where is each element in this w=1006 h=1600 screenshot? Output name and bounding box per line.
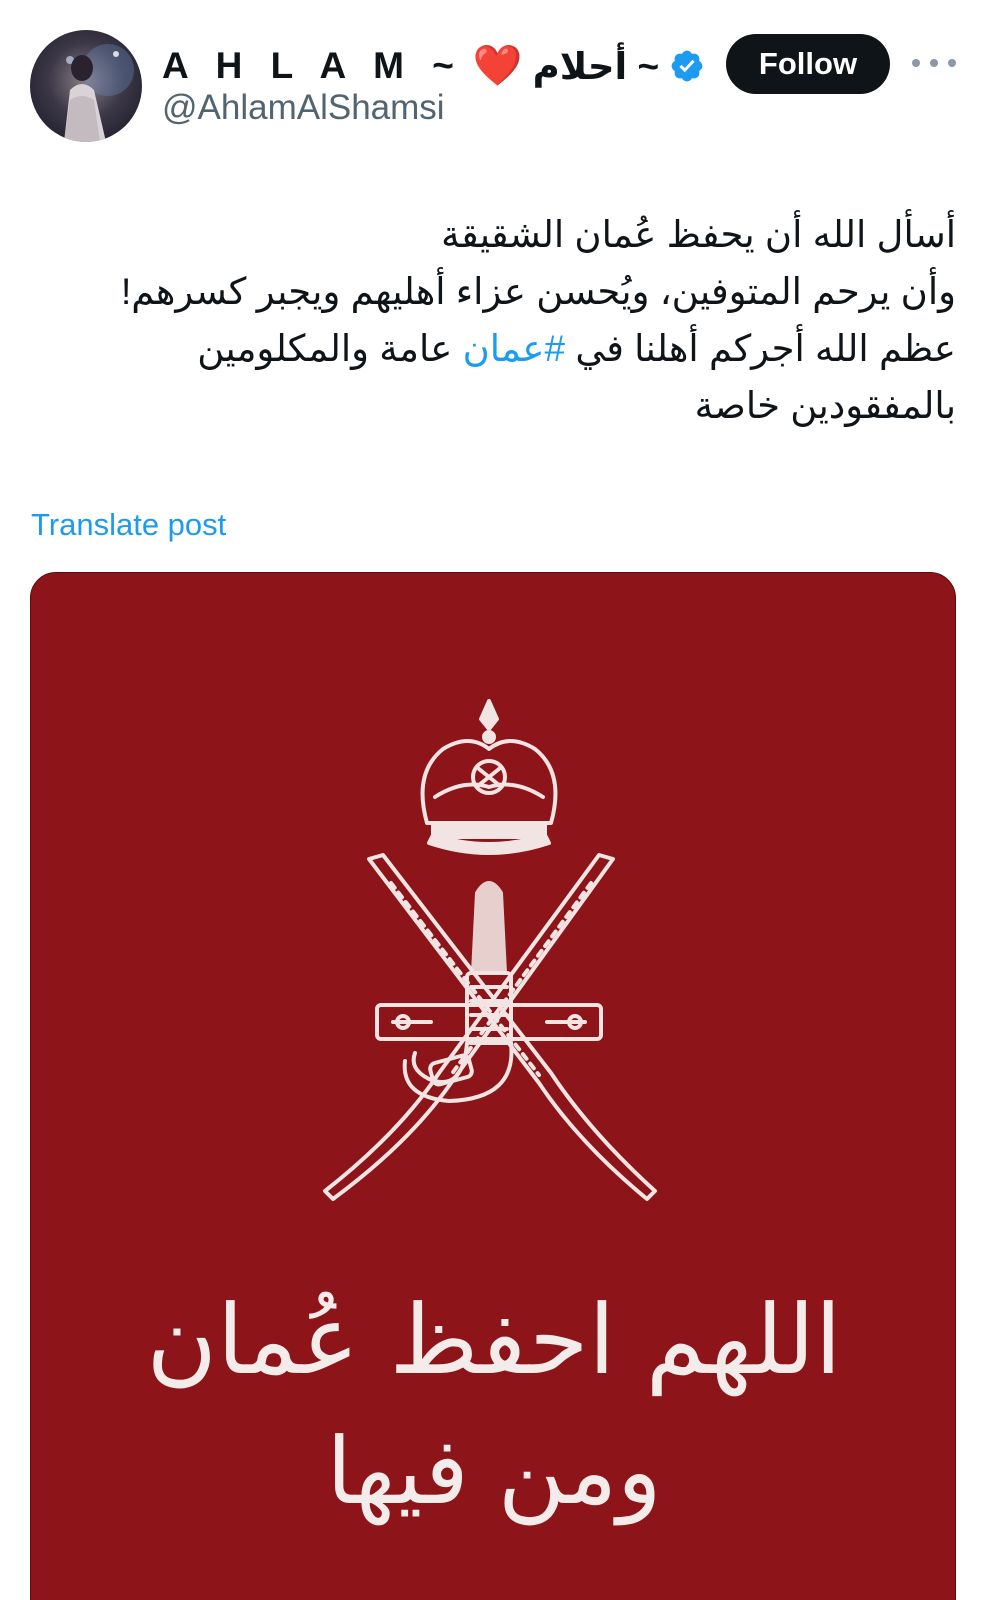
tweet-line-3: عظم الله أجركم أهلنا في #عمان عامة والمك…	[26, 320, 956, 377]
verified-badge-icon	[669, 48, 705, 84]
translate-post-link[interactable]: Translate post	[31, 507, 226, 543]
hashtag-link[interactable]: #عمان	[463, 328, 566, 369]
calligraphy-text: اللهم احفظ عُمان	[146, 1284, 841, 1397]
display-name-arabic: ~ أحلام	[532, 45, 660, 87]
tweet-line-3-end: عامة والمكلومين	[197, 328, 463, 369]
calligraphy-text-2: ومن فيها	[326, 1418, 661, 1526]
display-name-latin: A H L A M ~	[162, 45, 463, 86]
tweet-card: A H L A M ~ ❤️ ~ أحلام @AhlamAlShamsi Fo…	[0, 0, 1006, 1600]
tweet-line-1: أسأل الله أن يحفظ عُمان الشقيقة	[441, 214, 956, 255]
post-image[interactable]: اللهم احفظ عُمان ومن فيها	[30, 572, 956, 1600]
display-name[interactable]: A H L A M ~ ❤️ ~ أحلام	[162, 40, 705, 92]
follow-button[interactable]: Follow	[726, 34, 890, 94]
tweet-line-2: وأن يرحم المتوفين، ويُحسن عزاء أهليهم وي…	[120, 271, 956, 312]
user-handle[interactable]: @AhlamAlShamsi	[162, 88, 445, 128]
more-options-icon[interactable]	[912, 48, 956, 78]
heart-emoji: ❤️	[472, 44, 523, 88]
tweet-text: أسأل الله أن يحفظ عُمان الشقيقة وأن يرحم…	[26, 206, 956, 434]
tweet-line-3-start: عظم الله أجركم أهلنا في	[565, 328, 956, 369]
avatar[interactable]	[30, 30, 142, 142]
tweet-line-4: بالمفقودين خاصة	[694, 385, 956, 426]
